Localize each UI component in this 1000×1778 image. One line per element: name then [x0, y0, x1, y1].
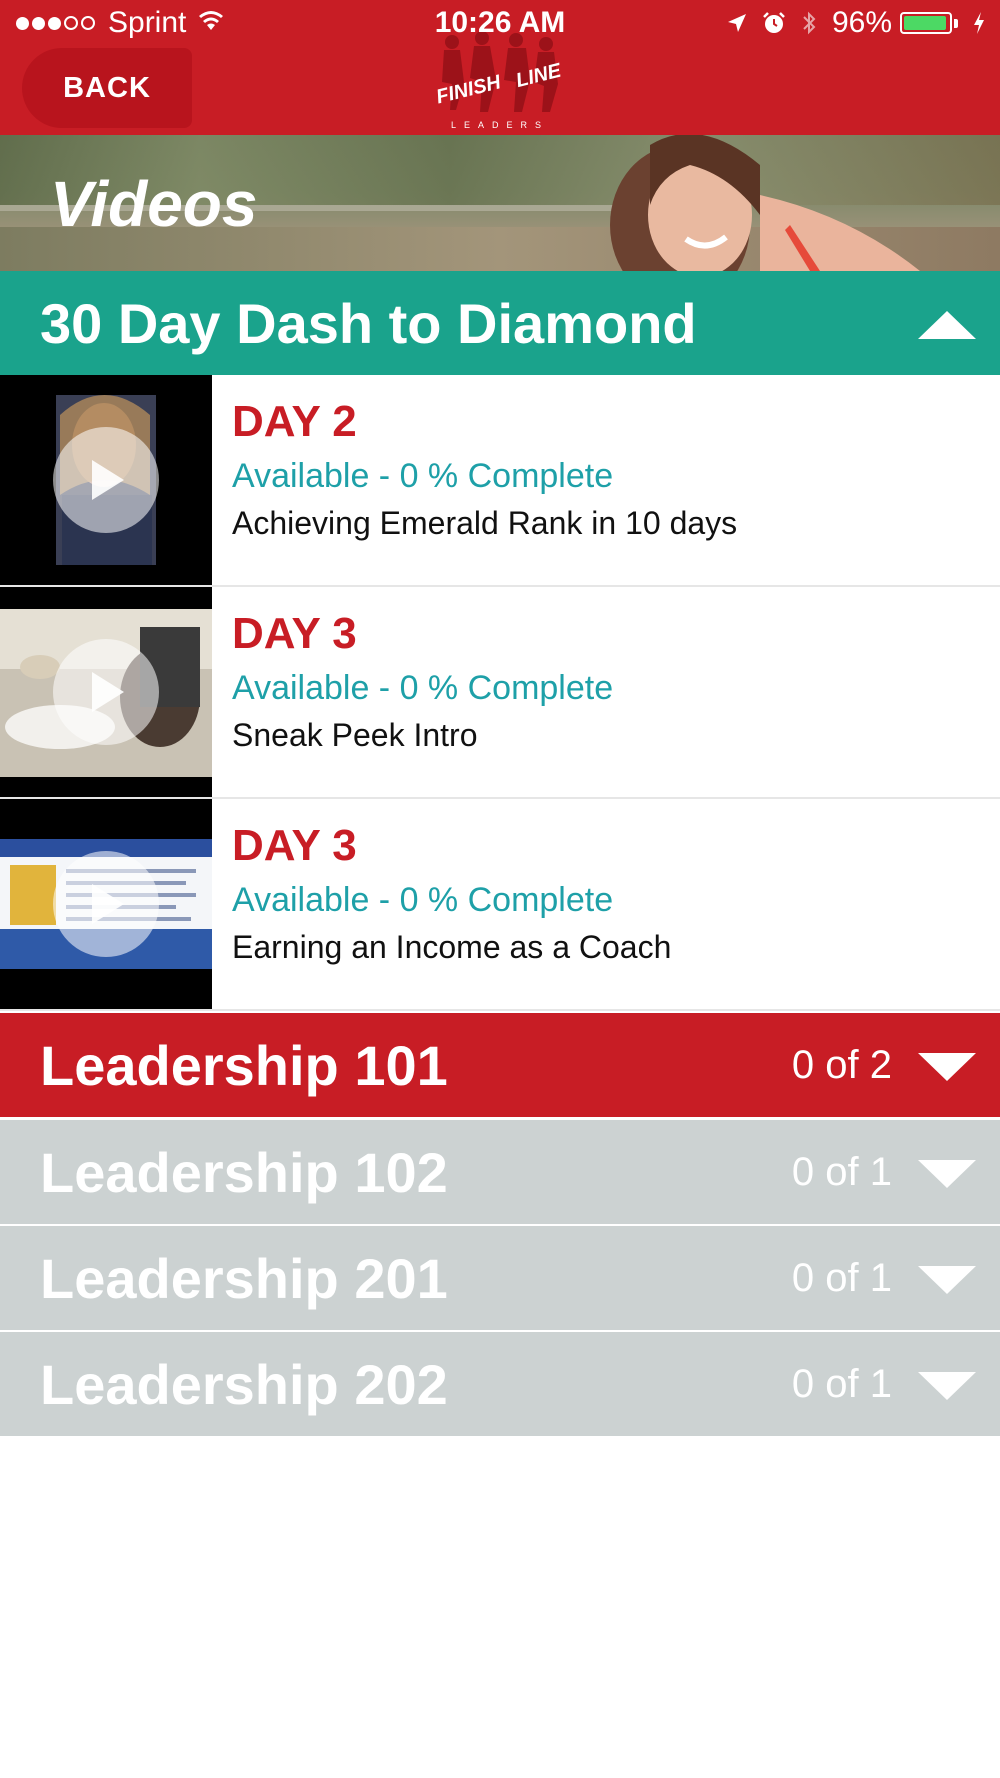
video-row[interactable]: DAY 2 Available - 0 % Complete Achieving…	[0, 375, 1000, 587]
video-day: DAY 3	[232, 609, 357, 658]
battery-fill	[904, 16, 946, 30]
section-header-leadership-201[interactable]: Leadership 201 0 of 1	[0, 1226, 1000, 1330]
section-title: Leadership 102	[40, 1140, 448, 1204]
chevron-down-icon	[918, 1160, 976, 1188]
play-icon[interactable]	[53, 851, 159, 957]
section-header-leadership-102[interactable]: Leadership 102 0 of 1	[0, 1120, 1000, 1224]
page-title: Videos	[50, 168, 258, 240]
video-status: Available - 0 % Complete	[232, 669, 614, 707]
section-header-leadership-101[interactable]: Leadership 101 0 of 2	[0, 1013, 1000, 1117]
chevron-down-icon	[918, 1266, 976, 1294]
section-title: 30 Day Dash to Diamond	[40, 291, 697, 355]
finish-line-leaders-logo: FINISH LINE LEADERS	[430, 31, 570, 132]
hero-banner: Videos	[0, 135, 1000, 271]
back-button[interactable]: BACK	[22, 48, 192, 128]
section-title: Leadership 201	[40, 1246, 448, 1310]
chevron-down-icon	[918, 1053, 976, 1081]
video-row[interactable]: DAY 3 Available - 0 % Complete Sneak Pee…	[0, 587, 1000, 799]
charging-bolt-icon	[972, 11, 986, 35]
video-day: DAY 2	[232, 397, 357, 446]
section-count: 0 of 1	[791, 1149, 892, 1194]
battery-percent: 96%	[831, 6, 892, 39]
video-status: Available - 0 % Complete	[232, 457, 614, 495]
video-thumbnail	[0, 375, 212, 585]
section-count: 0 of 1	[791, 1255, 892, 1300]
play-icon[interactable]	[53, 639, 159, 745]
battery-icon	[900, 12, 952, 34]
alarm-icon	[762, 11, 786, 35]
play-icon[interactable]	[53, 427, 159, 533]
status-right: 96%	[712, 6, 986, 40]
battery-tip	[954, 18, 958, 28]
video-title: Achieving Emerald Rank in 10 days	[232, 505, 738, 541]
chevron-up-icon	[918, 311, 976, 339]
section-title: Leadership 202	[40, 1352, 448, 1416]
chevron-down-icon	[918, 1372, 976, 1400]
logo-text-leaders: LEADERS	[451, 120, 549, 130]
section-count: 0 of 1	[791, 1361, 892, 1406]
section-header-leadership-202[interactable]: Leadership 202 0 of 1	[0, 1332, 1000, 1436]
bluetooth-icon	[800, 10, 818, 36]
location-arrow-icon	[726, 12, 748, 34]
section-count: 0 of 2	[791, 1042, 892, 1087]
video-status: Available - 0 % Complete	[232, 881, 614, 919]
hero-woman-image	[610, 135, 920, 271]
video-thumbnail	[0, 587, 212, 797]
video-row[interactable]: DAY 3 Available - 0 % Complete Earning a…	[0, 799, 1000, 1011]
section-header-30-day-dash[interactable]: 30 Day Dash to Diamond	[0, 271, 1000, 375]
video-thumbnail	[0, 799, 212, 1009]
video-title: Sneak Peek Intro	[232, 717, 478, 753]
top-bar: Sprint 10:26 AM 96% BACK FINISH LINE LEA…	[0, 0, 1000, 135]
section-title: Leadership 101	[40, 1033, 448, 1097]
video-day: DAY 3	[232, 821, 357, 870]
video-title: Earning an Income as a Coach	[232, 929, 672, 965]
